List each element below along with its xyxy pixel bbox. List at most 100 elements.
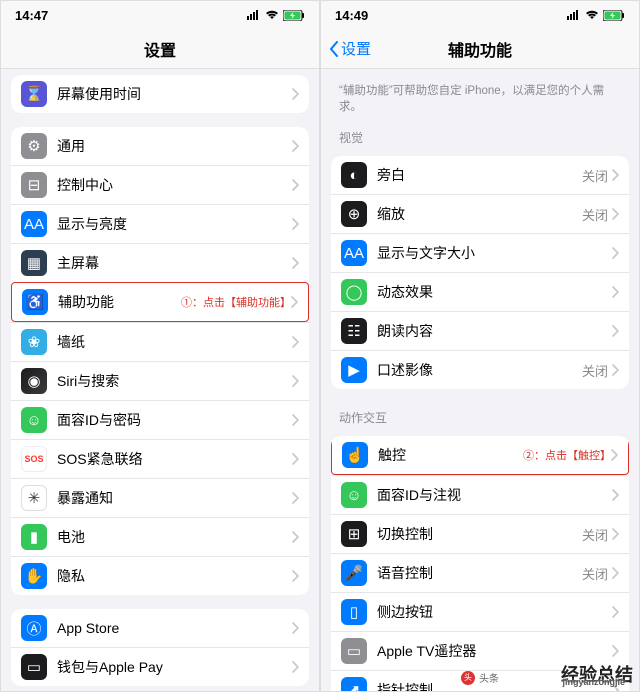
row-动态效果[interactable]: ◯ 动态效果 bbox=[331, 272, 629, 311]
row-label: 隐私 bbox=[57, 566, 292, 586]
row-label: 电池 bbox=[57, 527, 292, 547]
status-bar: 14:47 bbox=[1, 1, 319, 29]
row-墙纸[interactable]: ❀ 墙纸 bbox=[11, 322, 309, 361]
row-朗读内容[interactable]: ☷ 朗读内容 bbox=[331, 311, 629, 350]
row-label: 显示与亮度 bbox=[57, 214, 292, 234]
row-触控[interactable]: ☝ 触控 ②：点击【触控】 bbox=[331, 436, 629, 475]
home-screen-icon: ▦ bbox=[21, 250, 47, 276]
appletv-icon: ▭ bbox=[341, 638, 367, 664]
row-label: 侧边按钮 bbox=[377, 602, 612, 622]
row-label: 朗读内容 bbox=[377, 321, 612, 341]
battery-icon: ▮ bbox=[21, 524, 47, 550]
chevron-right-icon bbox=[292, 453, 299, 465]
back-label: 设置 bbox=[341, 38, 371, 59]
wallet-icon: ▭ bbox=[21, 654, 47, 680]
faceid-icon: ☺ bbox=[21, 407, 47, 433]
row-label: 口述影像 bbox=[377, 360, 582, 380]
settings-list[interactable]: ⌛ 屏幕使用时间 ⚙ 通用 ⊟ 控制中心 AA 显示与亮度 ▦ 主屏幕 ♿ 辅助… bbox=[1, 69, 319, 691]
chevron-right-icon bbox=[292, 492, 299, 504]
chevron-right-icon bbox=[612, 286, 619, 298]
row-控制中心[interactable]: ⊟ 控制中心 bbox=[11, 165, 309, 204]
row-口述影像[interactable]: ▶ 口述影像 关闭 bbox=[331, 350, 629, 389]
page-title: 设置 bbox=[144, 37, 176, 61]
row-label: 面容ID与注视 bbox=[377, 485, 612, 505]
row-钱包与Apple Pay[interactable]: ▭ 钱包与Apple Pay bbox=[11, 647, 309, 686]
row-label: 墙纸 bbox=[57, 332, 292, 352]
row-label: 辅助功能 bbox=[58, 292, 173, 312]
row-value: 关闭 bbox=[582, 205, 608, 224]
row-Siri与搜索[interactable]: ◉ Siri与搜索 bbox=[11, 361, 309, 400]
row-通用[interactable]: ⚙ 通用 bbox=[11, 127, 309, 165]
row-label: 通用 bbox=[57, 136, 292, 156]
row-主屏幕[interactable]: ▦ 主屏幕 bbox=[11, 243, 309, 282]
section-header: 动作交互 bbox=[321, 403, 639, 430]
row-label: 钱包与Apple Pay bbox=[57, 657, 292, 677]
row-屏幕使用时间[interactable]: ⌛ 屏幕使用时间 bbox=[11, 75, 309, 113]
chevron-right-icon bbox=[612, 247, 619, 259]
row-缩放[interactable]: ⊕ 缩放 关闭 bbox=[331, 194, 629, 233]
control-center-icon: ⊟ bbox=[21, 172, 47, 198]
row-暴露通知[interactable]: ✳ 暴露通知 bbox=[11, 478, 309, 517]
row-SOS紧急联络[interactable]: SOS SOS紧急联络 bbox=[11, 439, 309, 478]
row-侧边按钮[interactable]: ▯ 侧边按钮 bbox=[331, 592, 629, 631]
status-bar: 14:49 bbox=[321, 1, 639, 29]
accessibility-icon: ♿ bbox=[22, 289, 48, 315]
voice-ctrl-icon: 🎤 bbox=[341, 560, 367, 586]
chevron-right-icon bbox=[611, 449, 618, 461]
chevron-right-icon bbox=[292, 414, 299, 426]
annotation: ②：点击【触控】 bbox=[523, 447, 611, 463]
back-button[interactable]: 设置 bbox=[329, 38, 371, 59]
row-App Store[interactable]: Ⓐ App Store bbox=[11, 609, 309, 647]
row-label: 语音控制 bbox=[377, 563, 582, 583]
row-面容ID与密码[interactable]: ☺ 面容ID与密码 bbox=[11, 400, 309, 439]
chevron-right-icon bbox=[292, 531, 299, 543]
chevron-right-icon bbox=[612, 208, 619, 220]
chevron-right-icon bbox=[292, 375, 299, 387]
row-label: 控制中心 bbox=[57, 175, 292, 195]
appstore-icon: Ⓐ bbox=[21, 615, 47, 641]
row-面容ID与注视[interactable]: ☺ 面容ID与注视 bbox=[331, 475, 629, 514]
pointer-icon: ⬈ bbox=[341, 677, 367, 691]
row-label: 屏幕使用时间 bbox=[57, 84, 292, 104]
row-语音控制[interactable]: 🎤 语音控制 关闭 bbox=[331, 553, 629, 592]
row-label: Apple TV遥控器 bbox=[377, 641, 612, 661]
gear-icon: ⚙ bbox=[21, 133, 47, 159]
accessibility-list[interactable]: “辅助功能”可帮助您自定 iPhone，以满足您的个人需求。 视觉 ◐ 旁白 关… bbox=[321, 69, 639, 691]
chevron-right-icon bbox=[292, 257, 299, 269]
row-切换控制[interactable]: ⊞ 切换控制 关闭 bbox=[331, 514, 629, 553]
row-显示与亮度[interactable]: AA 显示与亮度 bbox=[11, 204, 309, 243]
chevron-right-icon bbox=[612, 684, 619, 691]
settings-group: ⌛ 屏幕使用时间 bbox=[11, 75, 309, 113]
display-icon: AA bbox=[21, 211, 47, 237]
row-辅助功能[interactable]: ♿ 辅助功能 ①：点击【辅助功能】 bbox=[11, 282, 309, 322]
switch-ctrl-icon: ⊞ bbox=[341, 521, 367, 547]
row-显示与文字大小[interactable]: AA 显示与文字大小 bbox=[331, 233, 629, 272]
chevron-right-icon bbox=[291, 296, 298, 308]
chevron-right-icon bbox=[292, 336, 299, 348]
row-value: 关闭 bbox=[582, 564, 608, 583]
faceid-attn-icon: ☺ bbox=[341, 482, 367, 508]
row-label: 主屏幕 bbox=[57, 253, 292, 273]
wallpaper-icon: ❀ bbox=[21, 329, 47, 355]
chevron-right-icon bbox=[292, 218, 299, 230]
status-time: 14:49 bbox=[335, 8, 368, 23]
row-电池[interactable]: ▮ 电池 bbox=[11, 517, 309, 556]
accessibility-phone: 14:49 设置 辅助功能 “辅助功能”可帮助您自定 iPhone，以满足您的个… bbox=[320, 0, 640, 692]
hourglass-icon: ⌛ bbox=[21, 81, 47, 107]
chevron-right-icon bbox=[612, 169, 619, 181]
chevron-right-icon bbox=[292, 88, 299, 100]
description: “辅助功能”可帮助您自定 iPhone，以满足您的个人需求。 bbox=[321, 69, 639, 123]
status-indicators bbox=[567, 10, 625, 21]
row-隐私[interactable]: ✋ 隐私 bbox=[11, 556, 309, 595]
row-旁白[interactable]: ◐ 旁白 关闭 bbox=[331, 156, 629, 194]
chevron-right-icon bbox=[612, 489, 619, 501]
settings-group: ◐ 旁白 关闭 ⊕ 缩放 关闭 AA 显示与文字大小 ◯ 动态效果 ☷ 朗读内容… bbox=[331, 156, 629, 389]
privacy-icon: ✋ bbox=[21, 563, 47, 589]
nav-bar: 设置 辅助功能 bbox=[321, 29, 639, 69]
row-label: 触控 bbox=[378, 445, 515, 465]
row-label: 面容ID与密码 bbox=[57, 410, 292, 430]
row-value: 关闭 bbox=[582, 361, 608, 380]
motion-icon: ◯ bbox=[341, 279, 367, 305]
row-Apple TV遥控器[interactable]: ▭ Apple TV遥控器 bbox=[331, 631, 629, 670]
side-btn-icon: ▯ bbox=[341, 599, 367, 625]
